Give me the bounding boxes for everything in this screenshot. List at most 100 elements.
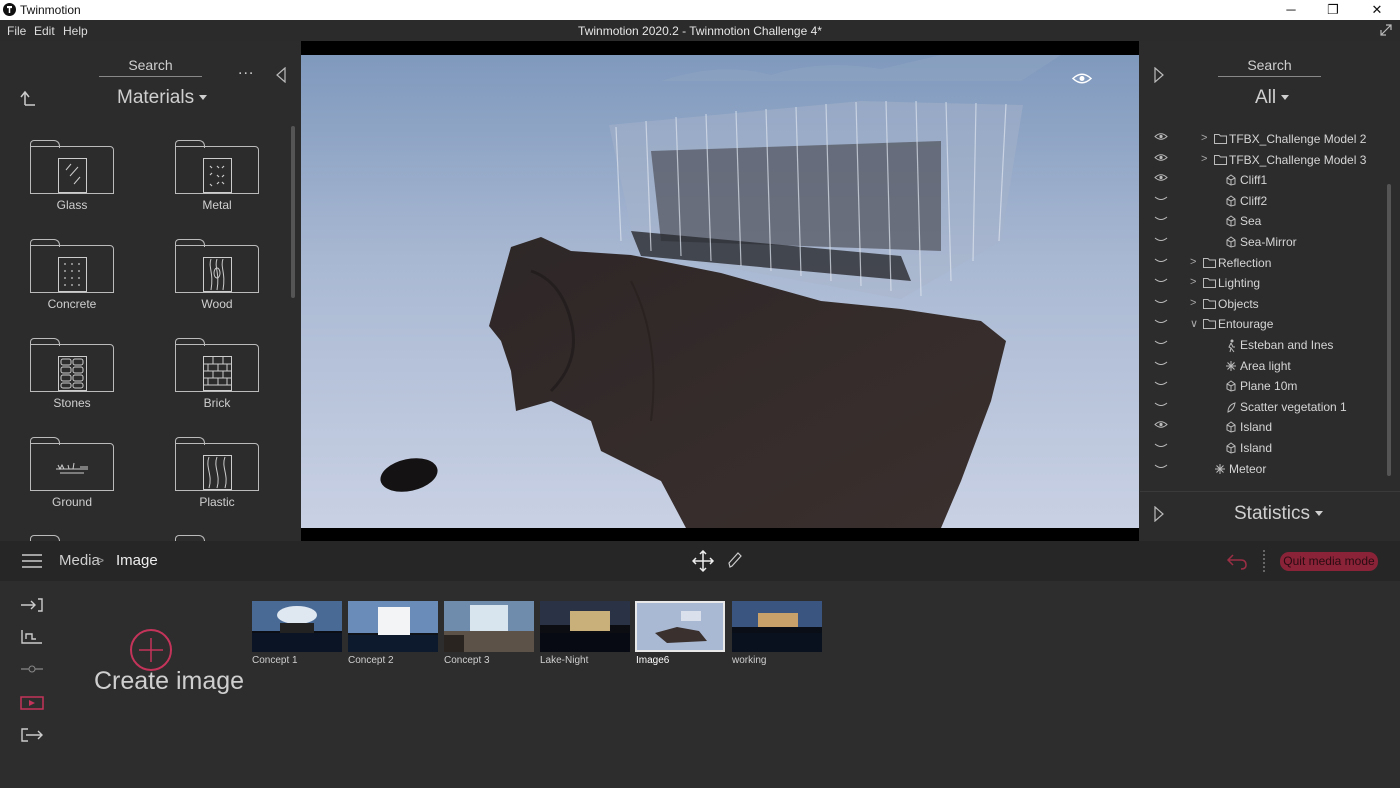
library-scrollbar[interactable] — [291, 126, 295, 298]
menu-help[interactable]: Help — [63, 24, 88, 38]
visibility-off-icon[interactable] — [1154, 462, 1168, 471]
move-tool-icon[interactable] — [692, 550, 716, 574]
visibility-off-icon[interactable] — [1154, 214, 1168, 223]
scene-tree-item-label: Sea-Mirror — [1240, 235, 1297, 249]
visibility-on-icon[interactable] — [1154, 420, 1168, 429]
material-folder-ground[interactable]: Ground — [30, 437, 114, 509]
media-thumbnail[interactable] — [732, 601, 822, 652]
3d-viewport[interactable] — [301, 41, 1139, 541]
material-folder-label: Plastic — [199, 495, 235, 509]
import-icon[interactable] — [20, 597, 44, 613]
sequence-icon[interactable] — [20, 629, 44, 645]
visibility-off-icon[interactable] — [1154, 297, 1168, 306]
scene-filter-dropdown[interactable]: All — [1255, 87, 1290, 109]
scene-search[interactable]: Search — [1218, 57, 1321, 77]
scene-tree-item[interactable]: Sea — [1140, 211, 1385, 231]
media-thumbnail[interactable] — [348, 601, 438, 652]
media-thumbnail[interactable] — [444, 601, 534, 652]
collapse-left-icon[interactable] — [275, 67, 287, 83]
scene-tree-item[interactable]: Esteban and Ines — [1140, 335, 1385, 355]
scene-scrollbar[interactable] — [1387, 184, 1391, 476]
scene-tree-item[interactable]: Scatter vegetation 1 — [1140, 397, 1385, 417]
undo-icon[interactable] — [1226, 552, 1248, 570]
expand-statistics-icon[interactable] — [1153, 506, 1165, 522]
material-folder-label: Metal — [202, 198, 232, 212]
more-options-button[interactable]: ... — [238, 61, 254, 79]
scene-tree-item[interactable]: ∨ Entourage — [1140, 314, 1385, 334]
menu-file[interactable]: File — [7, 24, 26, 38]
media-thumbnail-selected[interactable] — [635, 601, 725, 652]
eye-icon[interactable] — [1072, 72, 1092, 85]
scene-tree-item[interactable]: Sea-Mirror — [1140, 232, 1385, 252]
slider-icon[interactable] — [20, 663, 44, 675]
visibility-on-icon[interactable] — [1154, 132, 1168, 141]
material-folder-wood[interactable]: Wood — [175, 239, 259, 311]
visibility-off-icon[interactable] — [1154, 379, 1168, 388]
scene-tree-item-label: Island — [1240, 441, 1273, 455]
visibility-on-icon[interactable] — [1154, 173, 1168, 182]
scene-tree-item[interactable]: Cliff2 — [1140, 191, 1385, 211]
scene-tree-item[interactable]: Island — [1140, 438, 1385, 458]
material-folder-plastic[interactable]: Plastic — [175, 437, 259, 509]
pen-tool-icon[interactable] — [727, 551, 743, 569]
scene-tree-item[interactable]: > Lighting — [1140, 273, 1385, 293]
scene-tree-item[interactable]: > Objects — [1140, 294, 1385, 314]
library-search[interactable]: Search — [99, 57, 202, 77]
statistics-label: Statistics — [1234, 503, 1311, 524]
minimize-button[interactable]: ─ — [1268, 0, 1314, 20]
chevron-right-icon[interactable]: > — [1201, 132, 1207, 144]
visibility-off-icon[interactable] — [1154, 359, 1168, 368]
visibility-off-icon[interactable] — [1154, 235, 1168, 244]
object-icon — [1225, 215, 1237, 230]
collapse-right-icon[interactable] — [1153, 67, 1165, 83]
chevron-right-icon[interactable]: > — [1201, 153, 1207, 165]
library-panel: Search ... Materials Glass Metal Concret… — [0, 41, 300, 541]
export-icon[interactable] — [20, 727, 44, 743]
chevron-right-icon[interactable]: > — [1190, 297, 1196, 309]
fullscreen-icon[interactable] — [1380, 24, 1392, 36]
visibility-off-icon[interactable] — [1154, 317, 1168, 326]
media-thumbnail[interactable] — [252, 601, 342, 652]
thumbnail-label: working — [732, 655, 767, 666]
create-image-label[interactable]: Create image — [94, 667, 244, 696]
media-thumbnail[interactable] — [540, 601, 630, 652]
chevron-right-icon[interactable]: > — [1190, 276, 1196, 288]
object-icon — [1225, 174, 1237, 189]
quit-media-mode-button[interactable]: Quit media mode — [1280, 552, 1378, 571]
material-folder-glass[interactable]: Glass — [30, 140, 114, 212]
scene-tree-item[interactable]: Area light — [1140, 356, 1385, 376]
scene-tree-item[interactable]: > TFBX_Challenge Model 3 — [1140, 150, 1385, 170]
scene-tree-item[interactable]: Meteor — [1140, 459, 1385, 479]
wood-icon — [175, 239, 259, 293]
material-folder-metal[interactable]: Metal — [175, 140, 259, 212]
create-image-button[interactable] — [129, 628, 173, 672]
material-folder-brick[interactable]: Brick — [175, 338, 259, 410]
scene-tree-item[interactable]: Island — [1140, 417, 1385, 437]
scene-tree-item[interactable]: Cliff1 — [1140, 170, 1385, 190]
media-mode-icon[interactable] — [20, 695, 44, 711]
visibility-off-icon[interactable] — [1154, 256, 1168, 265]
visibility-off-icon[interactable] — [1154, 400, 1168, 409]
menu-edit[interactable]: Edit — [34, 24, 55, 38]
scene-tree-item[interactable]: > TFBX_Challenge Model 2 — [1140, 129, 1385, 149]
material-folder-stones[interactable]: Stones — [30, 338, 114, 410]
visibility-off-icon[interactable] — [1154, 441, 1168, 450]
scene-tree-item[interactable]: Plane 10m — [1140, 376, 1385, 396]
maximize-button[interactable]: ❐ — [1310, 0, 1356, 20]
material-folder-concrete[interactable]: Concrete — [30, 239, 114, 311]
close-button[interactable]: ✕ — [1354, 0, 1400, 20]
chevron-right-icon[interactable]: > — [1190, 256, 1196, 268]
breadcrumb-media[interactable]: Media — [59, 552, 100, 569]
menu-bar: Twinmotion 2020.2 - Twinmotion Challenge… — [0, 20, 1400, 41]
library-category-dropdown[interactable]: Materials — [117, 87, 208, 109]
visibility-off-icon[interactable] — [1154, 338, 1168, 347]
visibility-on-icon[interactable] — [1154, 153, 1168, 162]
visibility-off-icon[interactable] — [1154, 194, 1168, 203]
chevron-down-icon[interactable]: ∨ — [1190, 317, 1198, 330]
hamburger-menu-icon[interactable] — [22, 554, 42, 568]
visibility-off-icon[interactable] — [1154, 276, 1168, 285]
scene-tree-item[interactable]: > Reflection — [1140, 253, 1385, 273]
folder-icon — [1203, 277, 1216, 291]
statistics-dropdown[interactable]: Statistics — [1234, 503, 1324, 525]
back-up-icon[interactable] — [19, 89, 37, 107]
